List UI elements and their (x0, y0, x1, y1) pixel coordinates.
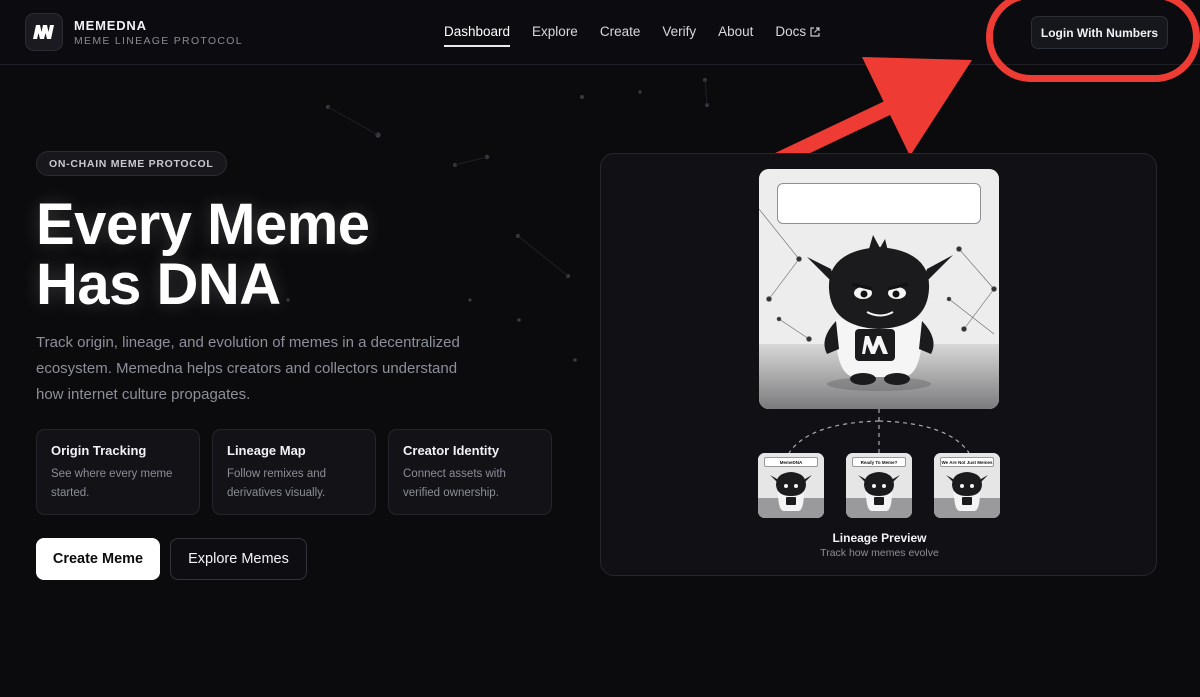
nav-item-verify[interactable]: Verify (662, 24, 696, 39)
feature-title: Creator Identity (403, 443, 500, 458)
derivative-memes: MemeDNA Ready To Meme? We Are Not Just M… (758, 453, 1000, 518)
hero-title: Every Meme Has DNA (36, 195, 556, 315)
feature-cards: Origin Tracking See where every meme sta… (36, 429, 552, 515)
login-button[interactable]: Login With Numbers (1031, 16, 1168, 49)
nav-item-about[interactable]: About (718, 24, 753, 39)
feature-card-creator: Creator Identity Connect assets with ver… (388, 429, 552, 515)
feature-title: Origin Tracking (51, 443, 147, 458)
hero-subtitle: Track origin, lineage, and evolution of … (36, 334, 460, 403)
brand-name: MEMEDNA (74, 17, 147, 33)
derivative-caption: We Are Not Just Memes (940, 457, 994, 467)
feature-card-origin: Origin Tracking See where every meme sta… (36, 429, 200, 515)
brand[interactable]: MEMEDNA MEME LINEAGE PROTOCOL (25, 13, 243, 51)
nav-item-dashboard[interactable]: Dashboard (444, 24, 511, 47)
hero-title-line-1: Every Meme (36, 192, 370, 257)
feature-title: Lineage Map (227, 443, 306, 458)
feature-card-lineage: Lineage Map Follow remixes and derivativ… (212, 429, 376, 515)
derivative-caption: Ready To Meme? (852, 457, 906, 467)
protocol-badge: ON-CHAIN MEME PROTOCOL (36, 151, 227, 176)
derivative-meme-3[interactable]: We Are Not Just Memes (934, 453, 1000, 518)
nav-item-create[interactable]: Create (600, 24, 641, 39)
derivative-caption: MemeDNA (764, 457, 818, 467)
top-navigation-bar: MEMEDNA MEME LINEAGE PROTOCOL Dashboard … (0, 0, 1200, 65)
brand-tagline: MEME LINEAGE PROTOCOL (74, 34, 243, 47)
feature-desc: Follow remixes and derivatives visually. (227, 468, 327, 499)
nav-item-explore[interactable]: Explore (532, 24, 578, 39)
lineage-preview-card: MemeDNA Ready To Meme? We Are Not Just M… (600, 153, 1157, 576)
main-nav: Dashboard Explore Create Verify About Do… (444, 24, 842, 47)
main-meme-image[interactable] (759, 169, 999, 409)
memedna-logo-icon (25, 13, 63, 51)
lineage-connector-lines (788, 409, 970, 454)
nav-item-docs[interactable]: Docs (775, 24, 820, 39)
nav-item-docs-label: Docs (775, 24, 807, 39)
explore-memes-button[interactable]: Explore Memes (170, 538, 307, 580)
external-link-icon (810, 26, 820, 37)
preview-title: Lineage Preview (832, 531, 927, 545)
hero-title-line-2: Has DNA (36, 252, 281, 317)
feature-desc: See where every meme started. (51, 468, 173, 499)
create-meme-button[interactable]: Create Meme (36, 538, 160, 580)
feature-desc: Connect assets with verified ownership. (403, 468, 506, 499)
preview-subtitle: Track how memes evolve (820, 547, 939, 559)
derivative-meme-1[interactable]: MemeDNA (758, 453, 824, 518)
meme-caption-box (777, 183, 981, 224)
derivative-meme-2[interactable]: Ready To Meme? (846, 453, 912, 518)
